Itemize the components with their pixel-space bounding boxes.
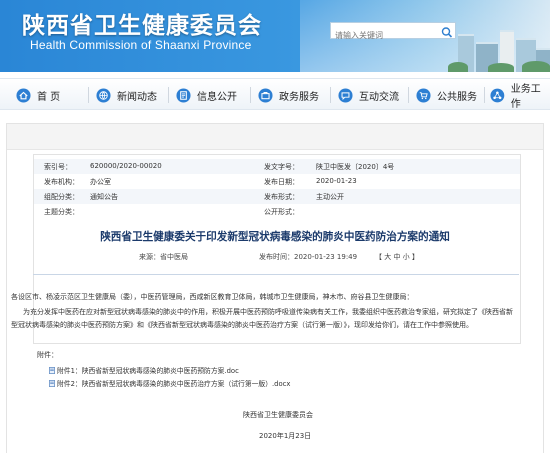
nav-business[interactable]: 业务工作 (490, 79, 550, 111)
nav-news-label: 新闻动态 (117, 91, 157, 103)
nav-interact-label: 互动交流 (359, 91, 399, 103)
home-icon (16, 87, 31, 103)
nav-service[interactable]: 政务服务 (258, 79, 319, 111)
breadcrumb-bar (7, 124, 543, 150)
article-source: 来源：省中医局 (139, 253, 188, 261)
search-box (330, 22, 456, 43)
chat-icon (338, 87, 353, 103)
site-header: 陕西省卫生健康委员会 Health Commission of Shaanxi … (0, 0, 550, 72)
article-title: 陕西省卫生健康委关于印发新型冠状病毒感染的肺炎中医药防治方案的通知 (100, 231, 450, 243)
cart-icon (416, 87, 431, 103)
recipients-line: 各设区市、杨凌示范区卫生健康局（委），中医药管理局，西咸新区教育卫体局，韩城市卫… (11, 293, 414, 301)
attachments-label: 附件： (37, 351, 58, 359)
meta-label: 索引号： (44, 163, 72, 171)
nav-public-label: 公共服务 (437, 91, 477, 103)
word-file-icon (49, 379, 55, 387)
site-subtitle: Health Commission of Shaanxi Province (30, 38, 252, 52)
nav-public[interactable]: 公共服务 (416, 79, 477, 111)
signature-date: 2020年1月23日 (259, 432, 312, 440)
meta-row: 索引号： 620000/2020-00020 发文字号： 陕卫中医发〔2020〕… (34, 159, 520, 174)
meta-label: 组配分类： (44, 193, 79, 201)
nav-service-label: 政务服务 (279, 91, 319, 103)
word-file-icon (49, 366, 55, 374)
title-divider (33, 274, 519, 275)
meta-label: 主题分类： (44, 208, 79, 216)
document-icon (176, 87, 191, 103)
nav-info-label: 信息公开 (197, 91, 237, 103)
meta-row: 组配分类： 通知公告 发布形式： 主动公开 (34, 189, 520, 204)
meta-value: 办公室 (90, 178, 111, 186)
font-size-switch[interactable]: 【 大 中 小 】 (375, 252, 419, 262)
globe-icon (96, 87, 111, 103)
article-frame: 索引号： 620000/2020-00020 发文字号： 陕卫中医发〔2020〕… (6, 123, 544, 453)
meta-label: 公开形式： (264, 208, 299, 216)
attachment-label: 附件1：陕西省新型冠状病毒感染的肺炎中医药预防方案.doc (57, 367, 239, 375)
nav-info[interactable]: 信息公开 (176, 79, 237, 111)
article-source-bar: 来源：省中医局 发布时间：2020-01-23 19:49 【 大 中 小 】 (33, 252, 519, 264)
attachment-label: 附件2：陕西省新型冠状病毒感染的肺炎中医药治疗方案（试行第一版）.docx (57, 380, 291, 388)
meta-row: 主题分类： 公开形式： (34, 204, 520, 219)
meta-value: 通知公告 (90, 193, 118, 201)
nav-news[interactable]: 新闻动态 (96, 79, 157, 111)
nav-business-label: 业务工作 (510, 84, 541, 110)
meta-value: 陕卫中医发〔2020〕4号 (316, 163, 395, 171)
site-title: 陕西省卫生健康委员会 (22, 12, 262, 39)
body-paragraph: 为充分发挥中医药在应对新型冠状病毒感染的肺炎中的作用，积极开展中医药预防呼吸道传… (23, 308, 513, 316)
meta-label: 发布日期： (264, 178, 299, 186)
main-nav: 首 页 新闻动态 信息公开 政务服务 互动交流 公共服务 业务工作 (0, 78, 550, 110)
search-input[interactable] (331, 28, 435, 43)
meta-label: 发文字号： (264, 163, 299, 171)
nav-interact[interactable]: 互动交流 (338, 79, 399, 111)
body-paragraph: 型冠状病毒感染的肺炎中医药预防方案》和《陕西省新型冠状病毒感染的肺炎中医药治疗方… (11, 321, 473, 329)
attachment-link[interactable]: 附件2：陕西省新型冠状病毒感染的肺炎中医药治疗方案（试行第一版）.docx (49, 378, 290, 388)
search-icon (441, 27, 453, 38)
meta-value: 主动公开 (316, 193, 344, 201)
meta-label: 发布形式： (264, 193, 299, 201)
attachment-link[interactable]: 附件1：陕西省新型冠状病毒感染的肺炎中医药预防方案.doc (49, 365, 239, 375)
nav-home-label: 首 页 (37, 91, 61, 103)
article-date: 发布时间：2020-01-23 19:49 (259, 253, 358, 261)
briefcase-icon (258, 87, 273, 103)
meta-label: 发布机构： (44, 178, 79, 186)
search-button[interactable] (440, 24, 454, 38)
nav-home[interactable]: 首 页 (16, 79, 60, 111)
meta-value: 620000/2020-00020 (90, 162, 162, 170)
network-icon (490, 88, 505, 102)
meta-value: 2020-01-23 (316, 177, 357, 185)
signature-org: 陕西省卫生健康委员会 (243, 411, 313, 419)
meta-row: 发布机构： 办公室 发布日期： 2020-01-23 (34, 174, 520, 189)
